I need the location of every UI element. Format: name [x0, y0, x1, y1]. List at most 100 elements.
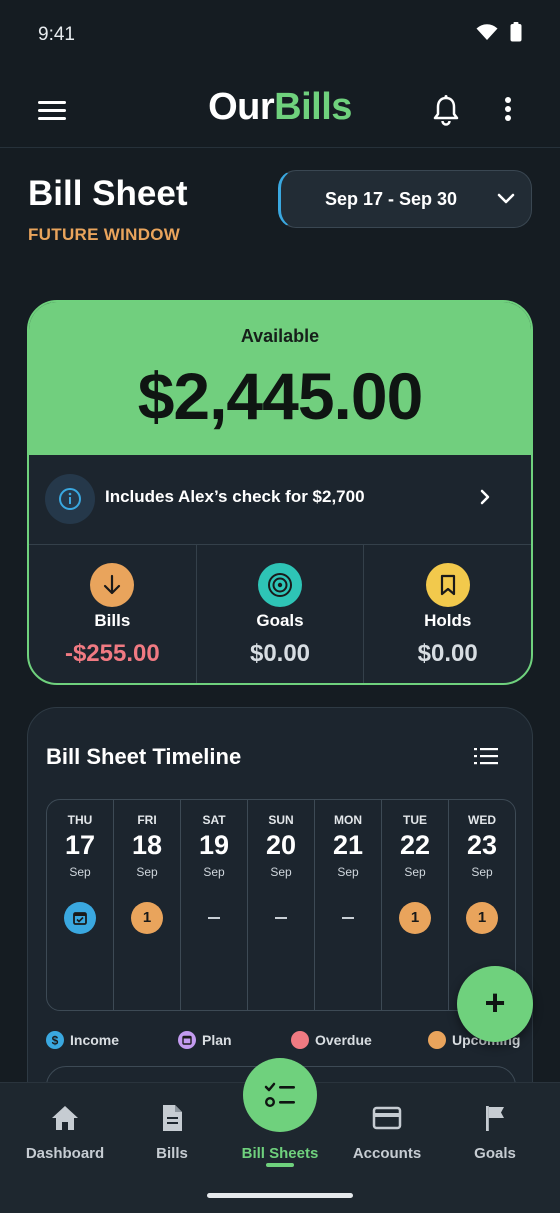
stat-bills-label: Bills: [94, 611, 131, 630]
nav-label: Goals: [474, 1145, 516, 1162]
overdue-dot: [291, 1031, 309, 1049]
timeline-day[interactable]: MON 21 Sep: [315, 800, 382, 1010]
day-weekday: SUN: [268, 813, 294, 827]
day-weekday: FRI: [137, 813, 157, 827]
upcoming-marker[interactable]: 1: [131, 902, 163, 934]
available-card: Available $2,445.00 Includes Alex’s chec…: [27, 300, 533, 685]
calendar-icon: [73, 912, 87, 925]
nav-label: Bill Sheets: [241, 1145, 319, 1162]
stat-holds-icon-wrap: [425, 563, 470, 607]
target-icon: [268, 573, 292, 597]
stat-bills-icon-wrap: [90, 563, 135, 607]
day-number: 23: [466, 830, 498, 860]
active-nav-indicator: [266, 1163, 294, 1167]
arrow-down-icon: [104, 574, 121, 595]
notifications-button[interactable]: [432, 94, 460, 126]
day-month: Sep: [337, 865, 359, 879]
nav-label: Accounts: [352, 1145, 422, 1162]
battery-icon: [510, 22, 522, 42]
empty-day-dash: [342, 917, 354, 919]
svg-text:$: $: [52, 1034, 59, 1048]
upcoming-marker[interactable]: 1: [399, 902, 431, 934]
list-icon: [474, 748, 498, 765]
timeline-grid: THU 17 Sep FRI 18 Sep 1 SAT 19 Sep SUN 2…: [46, 799, 516, 1011]
checklist-icon: [264, 1082, 295, 1108]
day-weekday: MON: [334, 813, 362, 827]
upcoming-dot: [428, 1031, 446, 1049]
day-number: 18: [131, 830, 163, 860]
day-number: 20: [265, 830, 297, 860]
info-icon: [59, 488, 81, 510]
calendar-icon: [178, 1031, 196, 1049]
bill-sheets-nav-icon-circle[interactable]: [243, 1058, 317, 1132]
chevron-right-icon: [480, 489, 490, 505]
date-range-select[interactable]: Sep 17 - Sep 30: [278, 170, 532, 228]
timeline-title: Bill Sheet Timeline: [46, 744, 242, 769]
day-month: Sep: [471, 865, 493, 879]
logo-part-our: Our: [208, 86, 275, 128]
more-vertical-icon: [505, 97, 511, 121]
legend-label: Income: [70, 1032, 120, 1048]
legend-item-overdue: Overdue: [291, 1029, 372, 1051]
status-time: 9:41: [38, 24, 75, 45]
nav-item-dashboard[interactable]: Dashboard: [9, 1083, 121, 1183]
day-number: 22: [399, 830, 431, 860]
timeline-day[interactable]: FRI 18 Sep 1: [114, 800, 181, 1010]
timeline-day[interactable]: TUE 22 Sep 1: [382, 800, 449, 1010]
info-row[interactable]: Includes Alex’s check for $2,700: [29, 455, 531, 545]
page-subtitle: FUTURE WINDOW: [28, 225, 181, 244]
available-header: Available $2,445.00: [29, 302, 531, 455]
add-fab-button[interactable]: +: [457, 966, 533, 1042]
stat-goals-value: $0.00: [249, 640, 311, 667]
day-weekday: SAT: [202, 813, 226, 827]
empty-day-dash: [275, 917, 287, 919]
wifi-icon: [476, 24, 498, 40]
timeline-day[interactable]: SAT 19 Sep: [181, 800, 248, 1010]
bookmark-icon: [440, 574, 455, 596]
nav-item-accounts[interactable]: Accounts: [331, 1083, 443, 1183]
home-indicator: [207, 1193, 353, 1198]
day-month: Sep: [136, 865, 158, 879]
timeline-day[interactable]: THU 17 Sep: [47, 800, 114, 1010]
info-text: Includes Alex’s check for $2,700: [105, 487, 365, 506]
stats-row: Bills -$255.00 Goals $0.00 Holds $0.00: [29, 545, 531, 683]
available-amount: $2,445.00: [137, 359, 424, 433]
legend-item-plan: Plan: [178, 1029, 232, 1051]
nav-item-goals[interactable]: Goals: [439, 1083, 551, 1183]
date-range-label: Sep 17 - Sep 30: [325, 189, 458, 209]
day-number: 17: [64, 830, 96, 860]
stat-bills[interactable]: Bills -$255.00: [29, 545, 197, 683]
stat-goals-label: Goals: [256, 611, 304, 630]
stat-goals[interactable]: Goals $0.00: [197, 545, 365, 683]
upcoming-marker[interactable]: 1: [466, 902, 498, 934]
status-bar: 9:41: [0, 0, 560, 70]
day-number: 21: [332, 830, 364, 860]
day-weekday: TUE: [403, 813, 427, 827]
status-icons: [476, 22, 522, 42]
day-month: Sep: [69, 865, 91, 879]
available-label: Available: [240, 326, 320, 346]
page-title: Bill Sheet: [28, 174, 188, 213]
legend-label: Plan: [202, 1032, 232, 1048]
nav-item-bills[interactable]: Bills: [116, 1083, 228, 1183]
day-month: Sep: [203, 865, 225, 879]
home-icon: [52, 1106, 78, 1130]
more-options-button[interactable]: [498, 94, 518, 126]
dollar-icon: $: [46, 1031, 64, 1049]
logo-part-bills: Bills: [274, 86, 352, 128]
stat-holds-label: Holds: [424, 611, 472, 630]
chevron-down-icon: [497, 193, 515, 204]
timeline-list-view-button[interactable]: [474, 746, 498, 766]
nav-label: Dashboard: [25, 1145, 105, 1162]
legend-item-income: $ Income: [46, 1029, 119, 1051]
plus-icon: +: [484, 982, 506, 1023]
app-logo: OurBills: [0, 86, 560, 129]
card-icon: [372, 1106, 402, 1130]
stat-goals-icon-wrap: [258, 563, 302, 607]
plan-marker[interactable]: [64, 902, 96, 934]
timeline-legend: $ Income Plan Overdue Upcoming: [46, 1029, 526, 1051]
timeline-day[interactable]: SUN 20 Sep: [248, 800, 315, 1010]
info-icon-wrap: [45, 474, 95, 524]
day-month: Sep: [270, 865, 292, 879]
stat-holds[interactable]: Holds $0.00: [364, 545, 531, 683]
